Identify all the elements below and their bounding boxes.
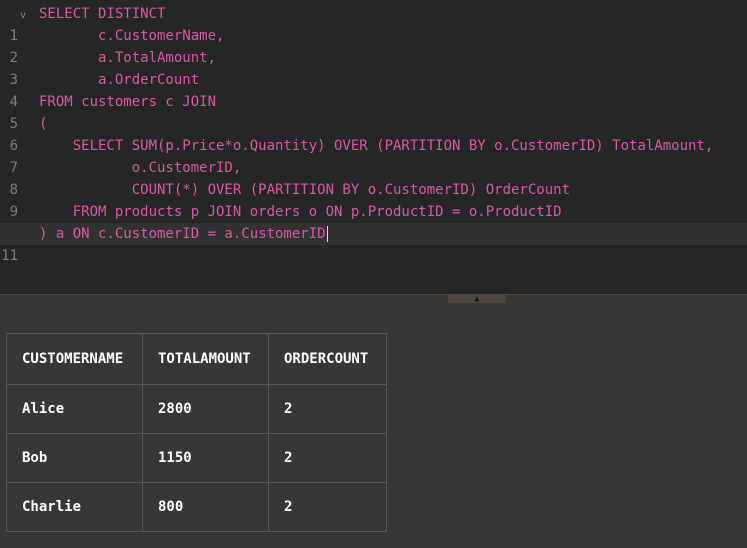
code-text: FROM products p JOIN orders o ON p.Produ… — [39, 204, 562, 220]
cell-totalamount[interactable]: 2800 — [142, 384, 269, 434]
code-text: ) a ON c.CustomerID = a.CustomerID — [39, 226, 326, 242]
cell-ordercount[interactable]: 2 — [268, 482, 387, 532]
column-header-totalamount[interactable]: TOTALAMOUNT — [142, 333, 269, 385]
cell-ordercount[interactable]: 2 — [268, 384, 387, 434]
code-line[interactable]: 8 o.CustomerID, — [0, 157, 747, 198]
cell-customername[interactable]: Charlie — [6, 482, 143, 532]
results-grid: CUSTOMERNAME TOTALAMOUNT ORDERCOUNT Alic… — [6, 333, 387, 532]
collapse-up-icon[interactable]: ▲ — [448, 295, 506, 303]
column-header-customername[interactable]: CUSTOMERNAME — [6, 333, 143, 385]
code-text: c.CustomerName, — [39, 28, 225, 44]
line-number: 11 — [1, 248, 18, 264]
table-row[interactable]: Charlie 800 2 — [6, 482, 387, 532]
code-line[interactable]: 7 SELECT SUM(p.Price*o.Quantity) OVER (P… — [0, 135, 747, 176]
code-line[interactable]: 5 FROM customers c JOIN — [0, 91, 747, 132]
table-row[interactable]: Bob 1150 2 — [6, 433, 387, 483]
results-table: CUSTOMERNAME TOTALAMOUNT ORDERCOUNT Alic… — [6, 333, 387, 532]
code-text: a.OrderCount — [39, 72, 200, 88]
code-text: ( — [39, 116, 48, 132]
code-text-with-cursor: ) a ON c.CustomerID = a.CustomerID — [39, 223, 328, 245]
column-header-ordercount[interactable]: ORDERCOUNT — [268, 333, 387, 385]
pane-splitter[interactable]: ▲ — [0, 294, 747, 305]
cell-customername[interactable]: Alice — [6, 384, 143, 434]
cell-customername[interactable]: Bob — [6, 433, 143, 483]
code-text: SELECT DISTINCT — [39, 6, 166, 22]
sql-editor[interactable]: 1 v SELECT DISTINCT 2 c.CustomerName, 3 … — [0, 0, 747, 294]
code-line[interactable]: 6 ( — [0, 113, 747, 154]
code-line[interactable]: 9 COUNT(*) OVER (PARTITION BY o.Customer… — [0, 179, 747, 220]
text-cursor — [326, 226, 328, 242]
code-text: o.CustomerID, — [39, 160, 242, 176]
code-text: SELECT SUM(p.Price*o.Quantity) OVER (PAR… — [39, 138, 714, 154]
code-line-active[interactable]: 11 ) a ON c.CustomerID = a.CustomerID — [0, 223, 747, 264]
code-line[interactable]: 2 c.CustomerName, — [0, 25, 747, 66]
code-line[interactable]: 4 a.OrderCount — [0, 69, 747, 110]
code-text: COUNT(*) OVER (PARTITION BY o.CustomerID… — [39, 182, 571, 198]
code-line[interactable]: 10 FROM products p JOIN orders o ON p.Pr… — [0, 201, 747, 242]
code-text: FROM customers c JOIN — [39, 94, 217, 110]
cell-ordercount[interactable]: 2 — [268, 433, 387, 483]
code-line[interactable]: 1 v SELECT DISTINCT — [0, 3, 747, 44]
header-row: CUSTOMERNAME TOTALAMOUNT ORDERCOUNT — [6, 333, 387, 385]
cell-totalamount[interactable]: 800 — [142, 482, 269, 532]
fold-toggle-icon[interactable]: v — [20, 5, 26, 27]
code-line[interactable]: 3 a.TotalAmount, — [0, 47, 747, 88]
cell-totalamount[interactable]: 1150 — [142, 433, 269, 483]
table-row[interactable]: Alice 2800 2 — [6, 384, 387, 434]
code-text: a.TotalAmount, — [39, 50, 217, 66]
